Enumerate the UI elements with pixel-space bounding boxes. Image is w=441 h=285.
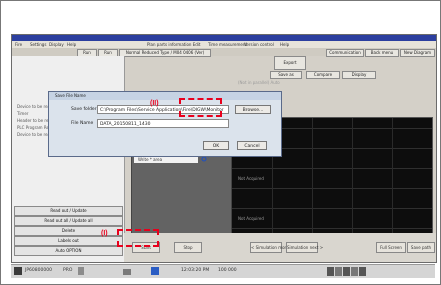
cancel-button[interactable]: Cancel bbox=[237, 141, 267, 150]
folder-label: Save folder bbox=[71, 107, 97, 112]
toolbar: Run Run Normal Reduced Type / M04 0406 (… bbox=[12, 48, 436, 57]
menu-item-time[interactable]: Time measurement bbox=[208, 41, 247, 48]
taskbar: JP60800000 PRO 12:03:20 PM 100 000 bbox=[11, 264, 435, 278]
app-icon[interactable] bbox=[151, 267, 159, 275]
menu-item-display[interactable]: Display bbox=[49, 41, 64, 48]
graph-label: Not Acquired bbox=[238, 216, 264, 221]
dialog-title: Save File Name bbox=[55, 93, 86, 98]
graph-label: Not Acquired bbox=[238, 176, 264, 181]
application-window: Fire Settings Display Help Plan parts in… bbox=[11, 34, 437, 263]
signal-list: STR at key Write * area bbox=[131, 145, 232, 241]
display-dropdown[interactable]: Display bbox=[342, 71, 376, 79]
start-menu-icon[interactable] bbox=[14, 267, 22, 275]
dialog-title-bar: Save File Name bbox=[49, 92, 281, 100]
read-out-all-button[interactable]: Read out all / Update all bbox=[14, 216, 123, 226]
new-diagram-button[interactable]: New Diagram bbox=[400, 49, 435, 57]
full-screen-button[interactable]: Full Screen bbox=[376, 242, 406, 253]
export-tab[interactable]: Export bbox=[274, 56, 306, 70]
simulation-more-button[interactable]: < Simulation more bbox=[250, 242, 289, 253]
menu-bar: Fire Settings Display Help Plan parts in… bbox=[12, 41, 436, 48]
save-file-dialog: Save File Name Save folder C:\Program Fi… bbox=[48, 91, 282, 157]
taskbar-value: 100 000 bbox=[218, 268, 237, 273]
marker-step-1: (I) bbox=[101, 230, 108, 237]
browse-button[interactable]: Browse... bbox=[235, 105, 271, 114]
menu-item-file[interactable]: Fire bbox=[15, 41, 22, 48]
back-menu-button[interactable]: Back menu bbox=[365, 49, 399, 57]
left-panel: Device to be read out Timer Header to be… bbox=[12, 56, 125, 262]
ok-button[interactable]: OK bbox=[203, 141, 229, 150]
highlight-start-button bbox=[117, 229, 159, 247]
menu-item-help[interactable]: Help bbox=[67, 41, 76, 48]
communication-button[interactable]: Communication bbox=[326, 49, 364, 57]
stop-button[interactable]: Stop bbox=[174, 242, 202, 253]
marker-step-2: (II) bbox=[150, 100, 159, 107]
folder-icon[interactable] bbox=[123, 267, 131, 275]
menu-item-help-2[interactable]: Help bbox=[280, 41, 289, 48]
save-path-button[interactable]: Save path bbox=[407, 242, 435, 253]
signal-item[interactable]: Write * area bbox=[134, 157, 198, 163]
auto-option-button[interactable]: Auto OPTION bbox=[14, 246, 123, 256]
toolbar-model-label: Normal Reduced Type / M04 0406 (Ver) bbox=[119, 49, 211, 57]
menu-item-edit[interactable]: Plan parts information Edit bbox=[147, 41, 200, 48]
file-name-label: File Name bbox=[71, 121, 94, 126]
taskbar-clock: 12:03:20 PM bbox=[181, 268, 210, 273]
highlight-ok-button bbox=[179, 98, 222, 117]
system-tray-icons[interactable] bbox=[327, 267, 367, 276]
menu-item-settings[interactable]: Settings bbox=[30, 41, 46, 48]
file-name-field[interactable]: DATA_20150811_1430 bbox=[97, 119, 229, 128]
simulation-next-button[interactable]: Simulation next > bbox=[286, 242, 323, 253]
compare-button[interactable]: Compare bbox=[306, 71, 340, 79]
document-icon[interactable] bbox=[77, 267, 85, 275]
taskbar-item[interactable]: JP60800000 bbox=[25, 268, 52, 273]
read-out-update-button[interactable]: Read out / Update bbox=[14, 206, 123, 216]
bottom-toolbar: Start Stop < Simulation more Simulation … bbox=[124, 233, 436, 262]
taskbar-item[interactable]: PRO bbox=[63, 268, 72, 273]
labels-out-button[interactable]: Labels out bbox=[14, 236, 123, 246]
graph-label: (Not in parallel) Auto bbox=[238, 80, 280, 85]
save-as-button[interactable]: Save as bbox=[270, 71, 302, 79]
menu-item-version[interactable]: Version control bbox=[244, 41, 274, 48]
